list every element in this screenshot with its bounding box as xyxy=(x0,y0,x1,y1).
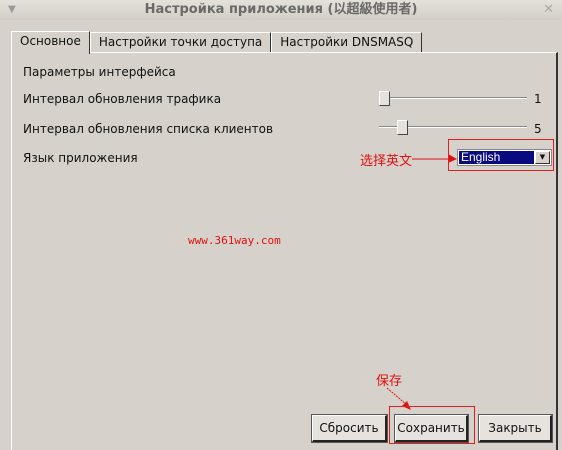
reset-button[interactable]: Сбросить xyxy=(311,414,388,443)
traffic-interval-value: 1 xyxy=(534,92,542,106)
title-bar: ▼ Настройка приложения (以超級使用者) ✕ xyxy=(0,0,562,20)
watermark: www.361way.com xyxy=(188,234,281,247)
tab-dnsmasq[interactable]: Настройки DNSMASQ xyxy=(271,32,423,53)
language-selected-value: English xyxy=(458,150,535,165)
traffic-interval-slider[interactable] xyxy=(379,91,527,106)
annotation-select-english: 选择英文 xyxy=(360,154,413,169)
clients-interval-label: Интервал обновления списка клиентов xyxy=(23,122,274,136)
slider-thumb[interactable] xyxy=(397,120,408,135)
clients-interval-value: 5 xyxy=(534,122,542,136)
slider-thumb[interactable] xyxy=(379,91,390,106)
language-select[interactable]: English ▼ xyxy=(457,149,552,166)
section-title: Параметры интерфейса xyxy=(23,65,176,79)
window-title: Настройка приложения (以超級使用者) xyxy=(144,2,418,17)
tab-access-point[interactable]: Настройки точки доступа xyxy=(89,32,272,53)
tab-bar: Основное Настройки точки доступа Настрой… xyxy=(11,31,423,54)
traffic-interval-label: Интервал обновления трафика xyxy=(23,92,222,106)
tab-panel xyxy=(11,52,558,450)
dropdown-arrow-icon[interactable]: ▼ xyxy=(535,151,550,164)
language-label: Язык приложения xyxy=(23,151,138,165)
tab-general[interactable]: Основное xyxy=(11,31,90,54)
save-button[interactable]: Сохранить xyxy=(394,414,469,443)
chevron-down-icon[interactable]: ▼ xyxy=(8,0,16,19)
close-icon[interactable]: ✕ xyxy=(543,0,554,19)
close-button[interactable]: Закрыть xyxy=(478,414,553,443)
clients-interval-slider[interactable] xyxy=(379,120,527,135)
